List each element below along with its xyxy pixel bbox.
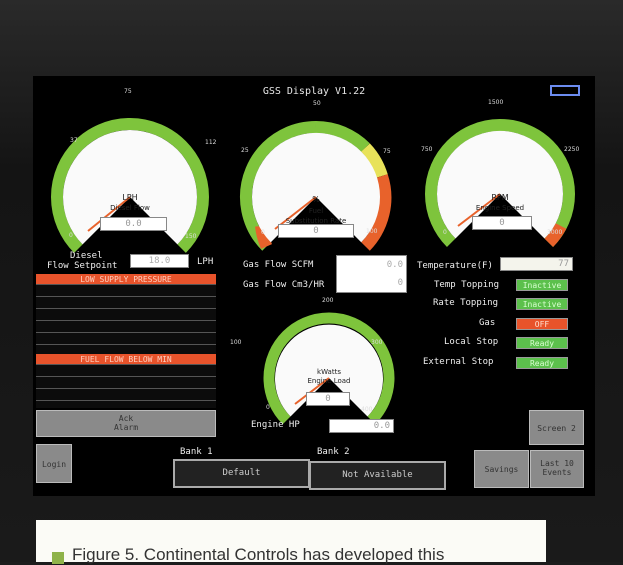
savings-button[interactable]: Savings	[474, 450, 529, 488]
gauge-fuel-label: Fuel	[309, 207, 323, 215]
status-badge: Ready	[516, 357, 568, 369]
alarm-row[interactable]	[36, 322, 216, 333]
status-label: Rate Topping	[433, 298, 499, 308]
status-badge: Inactive	[516, 298, 568, 310]
gauge-kw-tick: 300	[371, 339, 383, 346]
gauge-rpm-tick: 3000	[547, 229, 562, 236]
last10-label: Last 10	[540, 459, 574, 468]
alarm-list: LOW SUPPLY PRESSURE FUEL FLOW BELOW MIN	[36, 274, 216, 408]
gas-flow-scfm-value: 0.0	[386, 260, 403, 270]
gauge-fuel-tick: 50	[313, 100, 321, 107]
gauge-rpm-tick: 2250	[564, 146, 579, 153]
screen2-button[interactable]: Screen 2	[529, 410, 584, 445]
ack-alarm-button[interactable]: Ack Alarm	[36, 410, 216, 437]
status-badge: Ready	[516, 337, 568, 349]
gauge-fuel-unit: %	[312, 195, 320, 204]
diesel-setpoint-label2: Flow Setpoint	[47, 261, 118, 271]
alarm-row[interactable]	[36, 378, 216, 389]
temperature-value: 77	[500, 257, 573, 271]
gauge-kw-tick: 400	[361, 406, 373, 413]
gauge-rpm-tick: 1500	[488, 99, 503, 106]
gas-flow-scfm-label: Gas Flow SCFM	[243, 260, 314, 270]
gauge-diesel-label: Diesel Flow	[110, 204, 150, 212]
diesel-setpoint-label: Diesel	[70, 251, 103, 261]
status-label: External Stop	[423, 357, 494, 367]
gauge-kw-tick: 200	[322, 297, 334, 304]
alarm-row[interactable]	[36, 366, 216, 377]
bank2-label: Bank 2	[317, 447, 350, 457]
engine-speed-value: 0	[472, 216, 532, 230]
bank1-label: Bank 1	[180, 447, 213, 457]
login-button[interactable]: Login	[36, 444, 72, 483]
status-label: Gas	[479, 318, 496, 328]
status-badge: OFF	[516, 318, 568, 330]
diesel-setpoint-input[interactable]: 18.0	[130, 254, 189, 268]
diesel-setpoint-unit: LPH	[197, 257, 214, 267]
gas-flow-cm3-value: 0	[397, 278, 403, 288]
fuel-substitution-value: 0	[278, 224, 354, 238]
bank2-selector[interactable]: Not Available	[309, 461, 446, 490]
gauge-rpm-tick: 0	[443, 229, 447, 236]
gauge-kw-tick: 100	[230, 339, 242, 346]
gauge-rpm-unit: RPM	[491, 193, 508, 202]
figure-caption: Figure 5. Continental Controls has devel…	[36, 520, 546, 564]
engine-hp-label: Engine HP	[251, 420, 300, 430]
ack-alarm-label: Ack	[118, 414, 134, 423]
gauge-diesel-tick: 112	[205, 139, 217, 146]
status-label: Local Stop	[444, 337, 499, 347]
gauge-kw-tick: 0	[266, 404, 270, 411]
engine-hp-value: 0.0	[329, 419, 394, 433]
gauge-kw-label: Engine Load	[307, 377, 350, 385]
alarm-row[interactable]	[36, 390, 216, 401]
alarm-row[interactable]	[36, 334, 216, 345]
engine-load-value: 0	[306, 392, 350, 406]
diesel-flow-value: 0.0	[100, 217, 167, 231]
gauge-fuel-tick: 100	[366, 228, 378, 235]
gauge-rpm-tick: 750	[421, 146, 433, 153]
hmi-screen: GSS Display V1.22 37 75 112 0 150 LPH Di…	[33, 76, 595, 496]
gauge-fuel-tick: 0	[261, 229, 265, 236]
ack-alarm-label2: Alarm	[113, 423, 139, 432]
gas-flow-cm3-label: Gas Flow Cm3/HR	[243, 280, 325, 290]
alarm-row[interactable]: LOW SUPPLY PRESSURE	[36, 274, 216, 285]
status-label: Temp Topping	[434, 280, 500, 290]
caption-text: Figure 5. Continental Controls has devel…	[72, 545, 445, 564]
gauge-fuel-tick: 25	[241, 147, 249, 154]
last10-label2: Events	[542, 468, 572, 477]
caption-bullet	[52, 552, 64, 564]
alarm-row[interactable]: FUEL FLOW BELOW MIN	[36, 354, 216, 365]
last10-events-button[interactable]: Last 10 Events	[530, 450, 584, 488]
alarm-row[interactable]	[36, 310, 216, 321]
gauge-kw-unit: kWatts	[317, 368, 341, 376]
bank1-selector[interactable]: Default	[173, 459, 310, 488]
gauge-fuel-tick: 75	[383, 148, 391, 155]
gauge-diesel-unit: LPH	[122, 193, 137, 202]
gas-flow-box: 0.0 0	[336, 255, 407, 293]
alarm-row[interactable]	[36, 286, 216, 297]
status-badge: Inactive	[516, 279, 568, 291]
gauge-diesel-tick: 0	[69, 232, 73, 239]
alarm-row[interactable]	[36, 298, 216, 309]
temperature-label: Temperature(F)	[417, 261, 493, 271]
gauge-diesel-tick: 75	[124, 88, 132, 95]
gauge-diesel-tick: 150	[185, 233, 197, 240]
gauge-rpm-label: Engine Speed	[476, 204, 524, 212]
gauge-diesel-tick: 37	[70, 137, 78, 144]
